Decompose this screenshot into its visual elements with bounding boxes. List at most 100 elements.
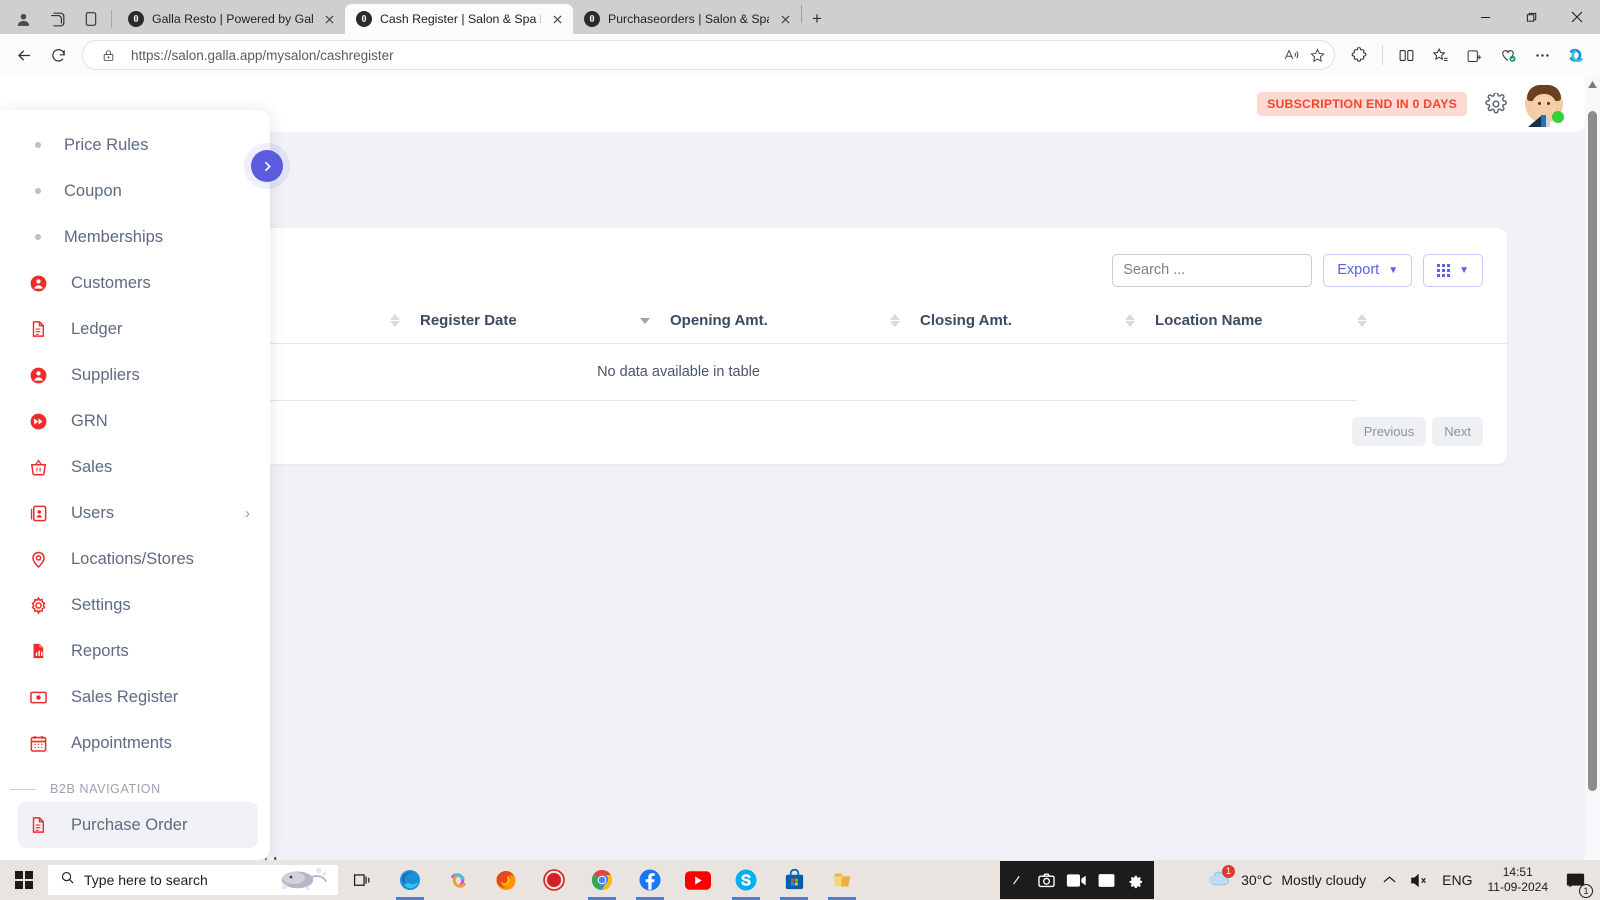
browser-essentials-icon[interactable] bbox=[1492, 39, 1524, 71]
sidebar-toggle-button[interactable] bbox=[251, 150, 283, 182]
taskbar-apps bbox=[386, 860, 866, 900]
sidebar-item-settings[interactable]: Settings bbox=[0, 582, 270, 628]
start-button[interactable] bbox=[0, 860, 48, 900]
window-icon[interactable] bbox=[1097, 872, 1116, 889]
browser-tab-3[interactable]: 0 Purchaseorders | Salon & Spa Ma bbox=[573, 4, 801, 34]
grid-icon bbox=[1437, 263, 1451, 277]
screenshot-settings-icon[interactable] bbox=[1010, 872, 1027, 889]
column-visibility-button[interactable]: ▼ bbox=[1423, 253, 1483, 287]
close-icon[interactable] bbox=[549, 11, 565, 27]
scroll-up-arrow[interactable] bbox=[1585, 76, 1600, 93]
table-col-actions[interactable] bbox=[1357, 300, 1507, 344]
collections-icon[interactable] bbox=[1458, 39, 1490, 71]
gear-icon[interactable] bbox=[1126, 871, 1144, 889]
favorites-icon[interactable] bbox=[1424, 39, 1456, 71]
tab-actions-icon[interactable] bbox=[74, 4, 108, 34]
close-icon[interactable] bbox=[1554, 0, 1600, 34]
sidebar-item-memberships[interactable]: Memberships bbox=[0, 214, 270, 260]
section-label: B2B NAVIGATION bbox=[50, 782, 161, 796]
split-screen-icon[interactable] bbox=[1390, 39, 1422, 71]
task-view-icon[interactable] bbox=[338, 860, 386, 900]
sidebar-item-purchase-order[interactable]: Purchase Order bbox=[18, 802, 258, 848]
browser-toolbar: https://salon.galla.app/mysalon/cashregi… bbox=[0, 34, 1600, 76]
weather-widget[interactable]: 1 30°C Mostly cloudy bbox=[1201, 864, 1376, 893]
taskbar-app-mozilla-firefox[interactable] bbox=[482, 860, 530, 900]
sort-icon bbox=[890, 314, 900, 327]
sidebar-item-ledger[interactable]: Ledger bbox=[0, 306, 270, 352]
maximize-icon[interactable] bbox=[1508, 0, 1554, 34]
id-card-icon bbox=[28, 503, 48, 523]
sidebar-item-locations-stores[interactable]: Locations/Stores bbox=[0, 536, 270, 582]
clock-date: 11-09-2024 bbox=[1487, 880, 1549, 894]
language-indicator[interactable]: ENG bbox=[1435, 872, 1479, 888]
taskbar-app-skype[interactable] bbox=[722, 860, 770, 900]
page-scrollbar[interactable] bbox=[1585, 76, 1600, 900]
minimize-icon[interactable] bbox=[1462, 0, 1508, 34]
workspaces-icon[interactable] bbox=[40, 4, 74, 34]
sidebar-item-price-rules[interactable]: Price Rules bbox=[0, 122, 270, 168]
previous-page-button[interactable]: Previous bbox=[1351, 417, 1427, 446]
scrollbar-thumb[interactable] bbox=[1588, 111, 1597, 791]
browser-tab-1[interactable]: 0 Galla Resto | Powered by Galla bbox=[117, 4, 345, 34]
chevron-up-icon[interactable] bbox=[1376, 875, 1403, 885]
table-col-closing-amt[interactable]: Closing Amt. bbox=[890, 300, 1125, 344]
taskbar-app-folder-app[interactable] bbox=[818, 860, 866, 900]
sidebar-item-label: Purchase Order bbox=[71, 815, 188, 834]
next-page-button[interactable]: Next bbox=[1432, 417, 1483, 446]
address-bar[interactable]: https://salon.galla.app/mysalon/cashregi… bbox=[82, 40, 1335, 70]
read-aloud-icon[interactable] bbox=[1278, 42, 1304, 68]
avatar[interactable] bbox=[1525, 85, 1564, 127]
export-button[interactable]: Export ▼ bbox=[1323, 253, 1413, 287]
table-col-register-date[interactable]: Register Date bbox=[390, 300, 640, 344]
volume-muted-icon[interactable] bbox=[1403, 873, 1435, 888]
cash-register-icon bbox=[28, 687, 48, 707]
user-circle-icon bbox=[28, 273, 48, 293]
column-label: Location Name bbox=[1155, 312, 1263, 329]
browser-tab-2[interactable]: 0 Cash Register | Salon & Spa Mana bbox=[345, 4, 573, 34]
camera-icon[interactable] bbox=[1037, 871, 1056, 890]
sidebar-item-grn[interactable]: GRN bbox=[0, 398, 270, 444]
chevron-right-icon[interactable]: › bbox=[245, 505, 250, 522]
taskbar-app-microsoft-copilot[interactable] bbox=[434, 860, 482, 900]
taskbar-app-microsoft-edge[interactable] bbox=[386, 860, 434, 900]
bullet-dot-icon bbox=[35, 142, 41, 148]
sidebar-item-label: Sales Register bbox=[71, 687, 179, 706]
close-icon[interactable] bbox=[321, 11, 337, 27]
column-label: Register Date bbox=[420, 312, 517, 329]
search-input[interactable] bbox=[1112, 253, 1313, 287]
video-icon[interactable] bbox=[1066, 872, 1087, 889]
taskbar-app-screen-recorder[interactable] bbox=[530, 860, 578, 900]
sidebar-item-customers[interactable]: Customers bbox=[0, 260, 270, 306]
table-col-opening-amt[interactable]: Opening Amt. bbox=[640, 300, 890, 344]
extensions-icon[interactable] bbox=[1343, 39, 1375, 71]
sidebar-item-suppliers[interactable]: Suppliers bbox=[0, 352, 270, 398]
gear-icon[interactable] bbox=[1483, 91, 1509, 117]
sidebar-item-coupon[interactable]: Coupon bbox=[0, 168, 270, 214]
favorite-star-icon[interactable] bbox=[1304, 42, 1330, 68]
notification-icon[interactable]: 1 bbox=[1556, 860, 1594, 900]
weather-cloud-icon: 1 bbox=[1205, 864, 1236, 893]
profile-icon[interactable] bbox=[6, 4, 40, 34]
close-icon[interactable] bbox=[777, 11, 793, 27]
calendar-icon bbox=[28, 733, 48, 753]
new-tab-button[interactable]: + bbox=[802, 4, 832, 34]
sidebar-item-appointments[interactable]: Appointments bbox=[0, 720, 270, 766]
sidebar-item-reports[interactable]: Reports bbox=[0, 628, 270, 674]
site-info-lock-icon[interactable] bbox=[95, 42, 121, 68]
table-col-location-name[interactable]: Location Name bbox=[1125, 300, 1357, 344]
taskbar-app-google-chrome[interactable] bbox=[578, 860, 626, 900]
sidebar-item-sales-register[interactable]: Sales Register bbox=[0, 674, 270, 720]
back-icon[interactable] bbox=[8, 39, 40, 71]
reload-icon[interactable] bbox=[42, 39, 74, 71]
taskbar-clock[interactable]: 14:51 11-09-2024 bbox=[1480, 865, 1557, 895]
taskbar-search-box[interactable]: Type here to search bbox=[48, 865, 338, 895]
taskbar-app-facebook[interactable] bbox=[626, 860, 674, 900]
copilot-icon[interactable] bbox=[1560, 39, 1592, 71]
taskbar-app-microsoft-store[interactable] bbox=[770, 860, 818, 900]
column-label: Opening Amt. bbox=[670, 312, 768, 329]
weather-condition: Mostly cloudy bbox=[1281, 872, 1367, 888]
more-options-icon[interactable] bbox=[1526, 39, 1558, 71]
sidebar-item-sales[interactable]: Sales bbox=[0, 444, 270, 490]
taskbar-app-youtube[interactable] bbox=[674, 860, 722, 900]
sidebar-item-users[interactable]: Users › bbox=[0, 490, 270, 536]
